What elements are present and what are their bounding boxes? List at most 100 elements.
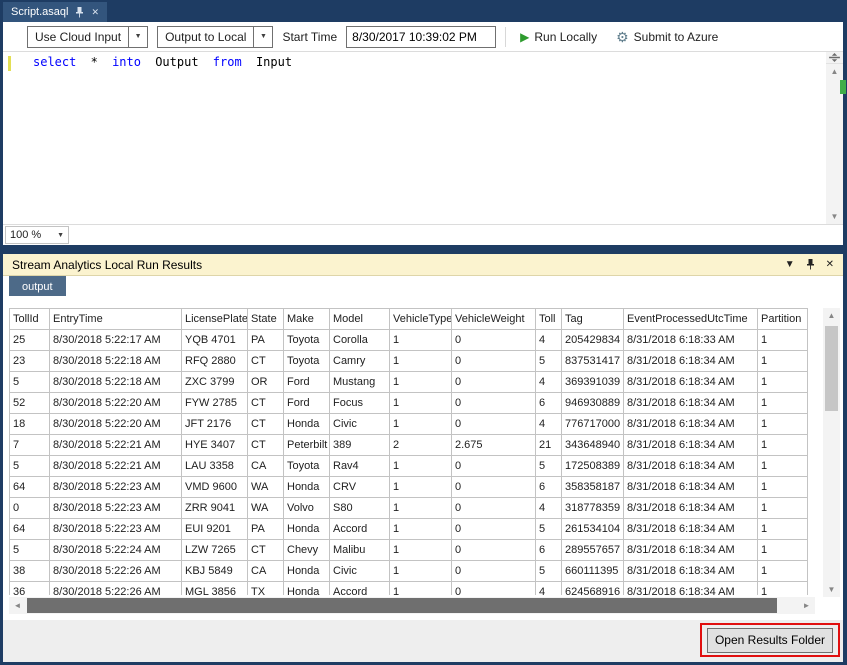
open-results-folder-button[interactable]: Open Results Folder (707, 628, 833, 653)
table-cell: 8/30/2018 5:22:18 AM (50, 351, 182, 372)
column-header: Model (330, 309, 390, 330)
table-cell: 946930889 (562, 393, 624, 414)
cloud-input-selector[interactable]: Use Cloud Input ▼ (27, 26, 148, 48)
zoom-value: 100 % (10, 229, 41, 241)
submit-azure-label: Submit to Azure (634, 30, 719, 44)
table-cell: 0 (452, 477, 536, 498)
horizontal-scroll-thumb[interactable] (27, 598, 777, 613)
column-header: State (248, 309, 284, 330)
table-cell: 1 (758, 435, 808, 456)
table-cell: LAU 3358 (182, 456, 248, 477)
run-locally-button[interactable]: ▶ Run Locally (515, 30, 602, 44)
table-vertical-scrollbar[interactable]: ▲ ▼ (823, 308, 840, 597)
table-cell: 205429834 (562, 330, 624, 351)
table-cell: Malibu (330, 540, 390, 561)
table-cell: Chevy (284, 540, 330, 561)
table-cell: ZRR 9041 (182, 498, 248, 519)
column-header: Toll (536, 309, 562, 330)
scroll-left-button[interactable]: ◄ (9, 597, 26, 614)
table-cell: 624568916 (562, 582, 624, 596)
table-cell: 8/31/2018 6:18:34 AM (624, 561, 758, 582)
identifier-input: Input (256, 55, 292, 69)
table-row[interactable]: 58/30/2018 5:22:18 AMZXC 3799ORFordMusta… (10, 372, 808, 393)
table-row[interactable]: 238/30/2018 5:22:18 AMRFQ 2880CTToyotaCa… (10, 351, 808, 372)
close-icon[interactable]: ✕ (826, 260, 834, 270)
table-cell: 0 (452, 498, 536, 519)
table-cell: 8/30/2018 5:22:24 AM (50, 540, 182, 561)
table-cell: 1 (390, 351, 452, 372)
panel-splitter[interactable] (0, 245, 847, 254)
table-cell: 660111395 (562, 561, 624, 582)
table-cell: CRV (330, 477, 390, 498)
table-row[interactable]: 648/30/2018 5:22:23 AMVMD 9600WAHondaCRV… (10, 477, 808, 498)
vs-window: Script.asaql ✕ Use Cloud Input ▼ Output … (0, 0, 847, 665)
code-editor[interactable]: select * into Output from Input ▲ ▼ (3, 52, 843, 224)
table-row[interactable]: 58/30/2018 5:22:24 AMLZW 7265CTChevyMali… (10, 540, 808, 561)
scroll-up-button[interactable]: ▲ (823, 308, 840, 323)
submit-to-azure-button[interactable]: ⚙ Submit to Azure (611, 30, 723, 44)
table-row[interactable]: 258/30/2018 5:22:17 AMYQB 4701PAToyotaCo… (10, 330, 808, 351)
table-cell: TX (248, 582, 284, 596)
column-header: EventProcessedUtcTime (624, 309, 758, 330)
scroll-down-button[interactable]: ▼ (823, 582, 840, 597)
table-row[interactable]: 188/30/2018 5:22:20 AMJFT 2176CTHondaCiv… (10, 414, 808, 435)
table-cell: 52 (10, 393, 50, 414)
scroll-up-icon: ▲ (831, 68, 839, 76)
table-cell: WA (248, 477, 284, 498)
results-table: TollIdEntryTimeLicensePlateStateMakeMode… (9, 308, 808, 595)
table-cell: 8/30/2018 5:22:18 AM (50, 372, 182, 393)
results-table-viewport: TollIdEntryTimeLicensePlateStateMakeMode… (9, 308, 815, 595)
table-cell: 8/30/2018 5:22:26 AM (50, 561, 182, 582)
editor-vertical-scrollbar[interactable]: ▲ ▼ (826, 52, 843, 224)
table-cell: 8/31/2018 6:18:34 AM (624, 498, 758, 519)
table-cell: 8/30/2018 5:22:20 AM (50, 393, 182, 414)
table-cell: 2 (390, 435, 452, 456)
table-cell: 1 (758, 582, 808, 596)
table-cell: CA (248, 561, 284, 582)
table-row[interactable]: 528/30/2018 5:22:20 AMFYW 2785CTFordFocu… (10, 393, 808, 414)
output-selector[interactable]: Output to Local ▼ (157, 26, 273, 48)
editor-splitter-grip-icon[interactable] (826, 52, 843, 64)
scroll-up-icon: ▲ (828, 312, 836, 320)
table-cell: 8/31/2018 6:18:34 AM (624, 456, 758, 477)
table-cell: 38 (10, 561, 50, 582)
table-cell: 5 (10, 540, 50, 561)
table-cell: 289557657 (562, 540, 624, 561)
table-row[interactable]: 648/30/2018 5:22:23 AMEUI 9201PAHondaAcc… (10, 519, 808, 540)
table-row[interactable]: 78/30/2018 5:22:21 AMHYE 3407CTPeterbilt… (10, 435, 808, 456)
table-row[interactable]: 368/30/2018 5:22:26 AMMGL 3856TXHondaAcc… (10, 582, 808, 596)
table-horizontal-scrollbar[interactable]: ◄ ► (9, 597, 815, 614)
scroll-right-button[interactable]: ► (798, 597, 815, 614)
pin-icon[interactable] (806, 259, 815, 270)
table-cell: LZW 7265 (182, 540, 248, 561)
table-cell: Ford (284, 372, 330, 393)
table-cell: 8/30/2018 5:22:23 AM (50, 498, 182, 519)
output-dropdown-button[interactable]: ▼ (254, 26, 273, 48)
table-cell: 8/31/2018 6:18:34 AM (624, 435, 758, 456)
window-menu-icon[interactable]: ▼ (785, 260, 795, 270)
tab-script-asaql[interactable]: Script.asaql ✕ (3, 2, 107, 22)
table-cell: 64 (10, 477, 50, 498)
table-row[interactable]: 388/30/2018 5:22:26 AMKBJ 5849CAHondaCiv… (10, 561, 808, 582)
table-cell: Honda (284, 561, 330, 582)
pin-icon[interactable] (75, 7, 84, 18)
table-cell: 4 (536, 372, 562, 393)
zoom-selector[interactable]: 100 % ▼ (5, 226, 69, 244)
table-cell: 776717000 (562, 414, 624, 435)
table-cell: Accord (330, 519, 390, 540)
close-icon[interactable]: ✕ (91, 8, 99, 17)
table-cell: 8/31/2018 6:18:34 AM (624, 351, 758, 372)
scroll-down-button[interactable]: ▼ (826, 209, 843, 224)
table-row[interactable]: 58/30/2018 5:22:21 AMLAU 3358CAToyotaRav… (10, 456, 808, 477)
start-time-input[interactable] (346, 26, 496, 48)
tab-output[interactable]: output (9, 276, 66, 297)
table-row[interactable]: 08/30/2018 5:22:23 AMZRR 9041WAVolvoS801… (10, 498, 808, 519)
table-cell: CA (248, 456, 284, 477)
scroll-up-button[interactable]: ▲ (826, 64, 843, 79)
table-cell: 8/30/2018 5:22:21 AM (50, 456, 182, 477)
table-cell: 1 (758, 540, 808, 561)
column-header: Partition (758, 309, 808, 330)
table-cell: 25 (10, 330, 50, 351)
vertical-scroll-thumb[interactable] (825, 326, 838, 411)
cloud-input-dropdown-button[interactable]: ▼ (129, 26, 148, 48)
